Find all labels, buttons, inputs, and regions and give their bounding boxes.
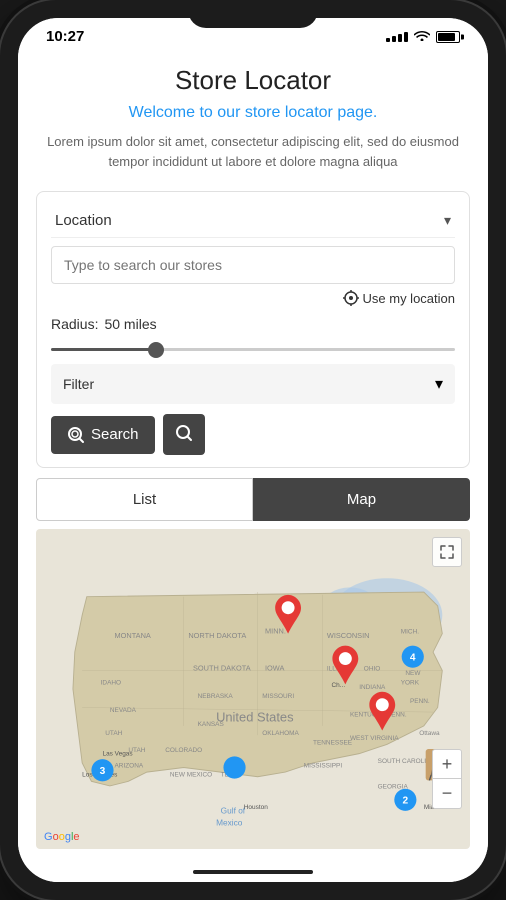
svg-text:WISCONSIN: WISCONSIN (327, 631, 370, 640)
page-title: Store Locator (46, 65, 460, 96)
svg-text:NEBRASKA: NEBRASKA (198, 693, 234, 700)
home-bar (193, 870, 313, 874)
filter-label: Filter (63, 376, 94, 392)
status-icons (386, 29, 460, 44)
location-pin-icon (343, 290, 359, 306)
home-indicator (18, 862, 488, 882)
battery-icon (436, 31, 460, 43)
view-toggle: List Map (36, 478, 470, 521)
search-panel: Location ▾ U (36, 191, 470, 468)
map-tab[interactable]: Map (253, 478, 470, 521)
svg-text:UTAH: UTAH (105, 730, 122, 737)
svg-text:Ottawa: Ottawa (419, 730, 440, 737)
search-button-label: Search (91, 426, 139, 443)
page-description: Lorem ipsum dolor sit amet, consectetur … (46, 132, 460, 171)
page-header: Store Locator Welcome to our store locat… (18, 49, 488, 183)
svg-text:OHIO: OHIO (364, 666, 381, 673)
svg-text:Gulf of: Gulf of (221, 806, 246, 816)
search-input[interactable] (51, 246, 455, 284)
svg-text:IDAHO: IDAHO (101, 679, 121, 686)
svg-text:MISSISSIPPI: MISSISSIPPI (304, 762, 343, 769)
search-buttons: Search (51, 414, 455, 455)
svg-text:YORK: YORK (401, 679, 420, 686)
svg-text:NEW: NEW (405, 670, 421, 677)
svg-text:Ch...: Ch... (331, 682, 345, 689)
svg-text:Houston: Houston (244, 804, 268, 811)
phone-screen: 10:27 (18, 18, 488, 882)
svg-text:MINN.: MINN. (265, 627, 286, 636)
svg-text:ARIZONA: ARIZONA (114, 762, 143, 769)
radius-slider[interactable] (51, 348, 455, 351)
map-svg: MONTANA IDAHO NEVADA UTAH NORTH DAKOTA S… (36, 529, 470, 849)
list-tab[interactable]: List (36, 478, 253, 521)
google-logo: Google (44, 831, 80, 843)
map-container: MONTANA IDAHO NEVADA UTAH NORTH DAKOTA S… (36, 529, 470, 849)
svg-text:SOUTH DAKOTA: SOUTH DAKOTA (193, 664, 251, 673)
zoom-controls: + − (432, 749, 462, 809)
svg-text:3: 3 (100, 766, 106, 777)
filter-dropdown[interactable]: Filter ▾ (51, 364, 455, 404)
signal-icon (386, 32, 408, 42)
radius-row: Radius: 50 miles (51, 316, 455, 332)
svg-text:United States: United States (216, 709, 293, 724)
search-button[interactable]: Search (51, 416, 155, 454)
svg-text:4: 4 (410, 652, 416, 663)
map-expand-button[interactable] (432, 537, 462, 567)
svg-text:PENN.: PENN. (410, 698, 430, 705)
magnify-icon (175, 424, 193, 442)
status-time: 10:27 (46, 28, 84, 45)
radius-value: 50 miles (104, 316, 156, 332)
svg-text:MONTANA: MONTANA (114, 631, 150, 640)
page-content: Store Locator Welcome to our store locat… (18, 49, 488, 862)
svg-text:2: 2 (403, 796, 409, 807)
svg-text:IOWA: IOWA (265, 664, 284, 673)
svg-text:COLORADO: COLORADO (165, 747, 202, 754)
wifi-icon (414, 29, 430, 44)
location-dropdown-arrow-icon: ▾ (444, 212, 451, 229)
magnify-button[interactable] (163, 414, 205, 455)
svg-text:Mexico: Mexico (216, 818, 243, 828)
use-location-row: Use my location (51, 290, 455, 306)
location-dropdown[interactable]: Location ▾ (51, 204, 455, 238)
zoom-out-button[interactable]: − (432, 779, 462, 809)
expand-icon (439, 544, 455, 560)
search-input-row: Use my location (51, 246, 455, 306)
svg-text:Las Vegas: Las Vegas (102, 750, 132, 757)
search-btn-icon (67, 426, 85, 444)
location-dropdown-label: Location (55, 212, 112, 229)
svg-text:TENNESSEE: TENNESSEE (313, 739, 353, 746)
svg-text:INDIANA: INDIANA (359, 684, 386, 691)
use-location-button[interactable]: Use my location (363, 291, 455, 306)
svg-text:NEW MEXICO: NEW MEXICO (170, 772, 212, 779)
radius-label: Radius: (51, 316, 98, 332)
svg-text:OKLAHOMA: OKLAHOMA (262, 730, 299, 737)
slider-container (51, 338, 455, 356)
notch (188, 0, 318, 28)
zoom-in-button[interactable]: + (432, 749, 462, 779)
svg-text:NORTH DAKOTA: NORTH DAKOTA (188, 631, 246, 640)
page-subtitle: Welcome to our store locator page. (46, 104, 460, 122)
svg-text:NEVADA: NEVADA (110, 707, 137, 714)
svg-text:MISSOURI: MISSOURI (262, 693, 294, 700)
filter-dropdown-arrow-icon: ▾ (435, 374, 443, 394)
phone-shell: 10:27 (0, 0, 506, 900)
svg-text:WEST VIRGINIA: WEST VIRGINIA (350, 735, 399, 742)
svg-text:MICH.: MICH. (401, 629, 419, 636)
